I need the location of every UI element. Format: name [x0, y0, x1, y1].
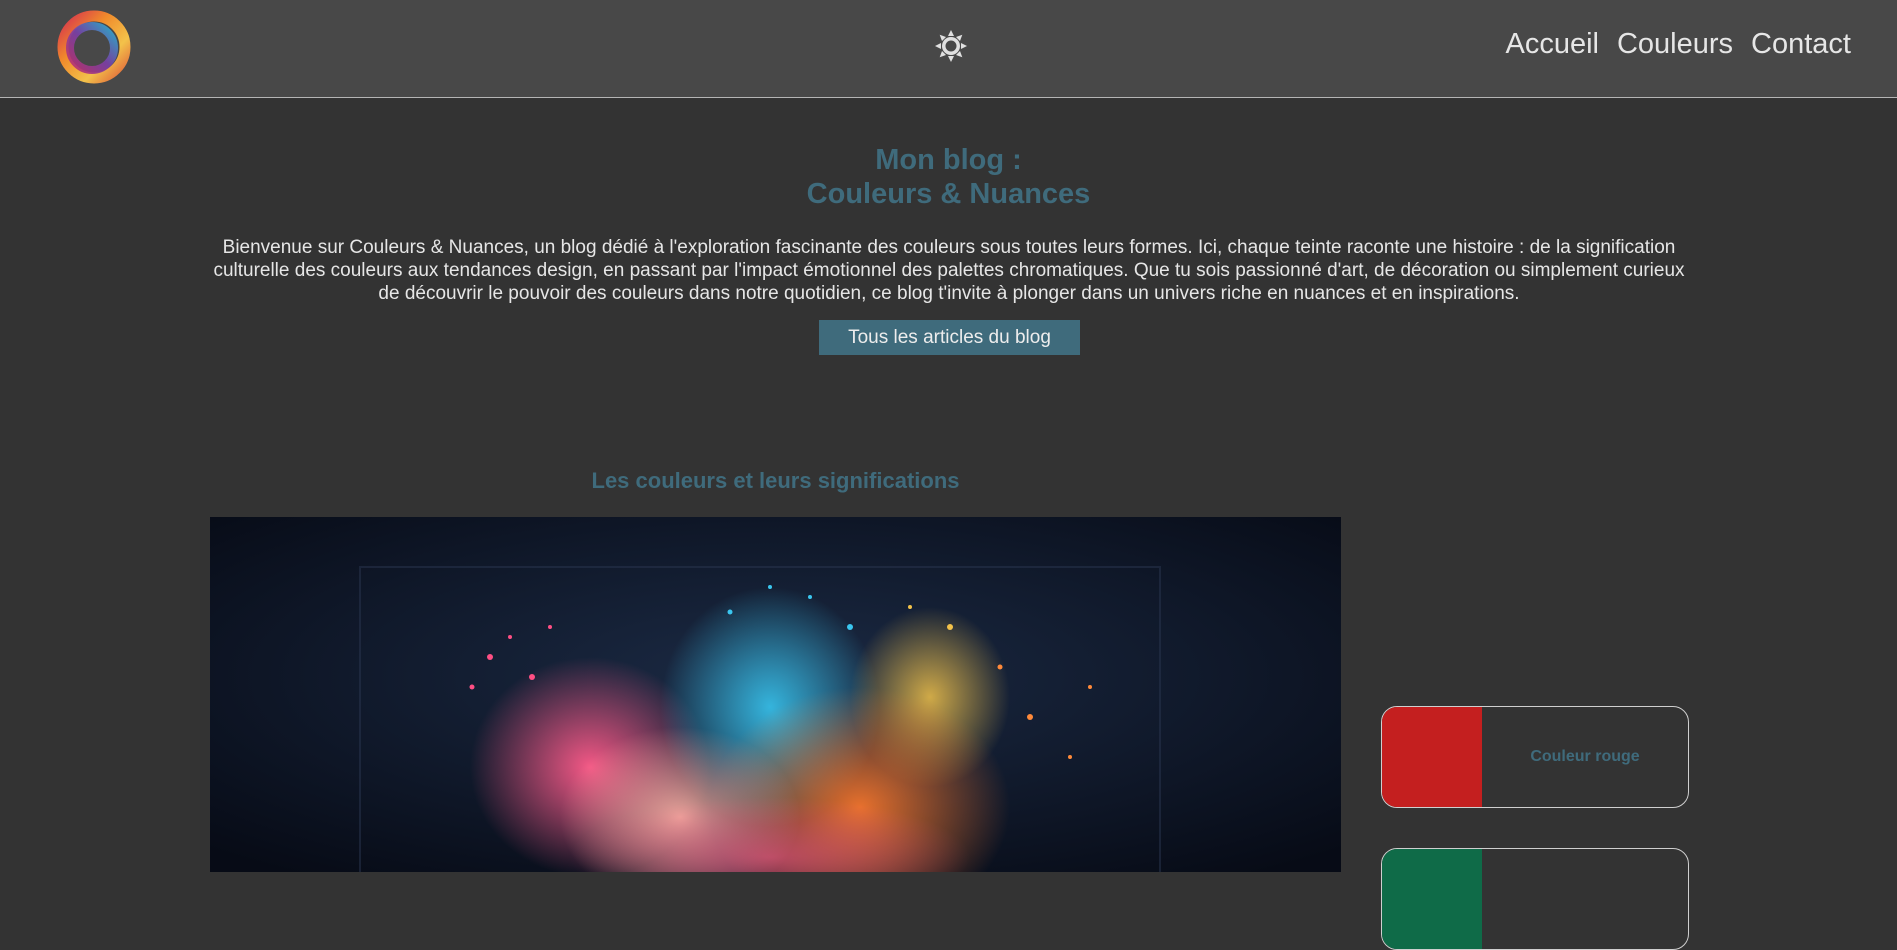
all-articles-button[interactable]: Tous les articles du blog	[819, 320, 1080, 355]
color-card-red[interactable]: Couleur rouge	[1381, 706, 1689, 808]
nav-link-accueil[interactable]: Accueil	[1505, 28, 1599, 61]
featured-title: Les couleurs et leurs significations	[591, 468, 960, 493]
intro-paragraph: Bienvenue sur Couleurs & Nuances, un blo…	[213, 237, 1685, 304]
page-title-line1: Mon blog :	[875, 144, 1022, 176]
nav-link-contact[interactable]: Contact	[1751, 28, 1851, 61]
nav-link-couleurs[interactable]: Couleurs	[1617, 28, 1733, 61]
color-card-green[interactable]	[1381, 848, 1689, 950]
color-card-label: Couleur rouge	[1530, 748, 1640, 765]
page-title: Mon blog : Couleurs & Nuances	[0, 143, 1897, 211]
logo-ring-icon[interactable]	[55, 8, 133, 86]
site-header: Accueil Couleurs Contact	[0, 0, 1897, 98]
main-nav: Accueil Couleurs Contact	[1505, 28, 1851, 61]
theme-toggle-button[interactable]	[934, 29, 968, 68]
sun-icon	[934, 29, 968, 68]
color-card-label	[1482, 849, 1688, 949]
color-swatch	[1382, 849, 1482, 949]
color-swatch	[1382, 707, 1482, 807]
page-title-line2: Couleurs & Nuances	[806, 178, 1091, 210]
featured-image[interactable]	[210, 517, 1341, 872]
